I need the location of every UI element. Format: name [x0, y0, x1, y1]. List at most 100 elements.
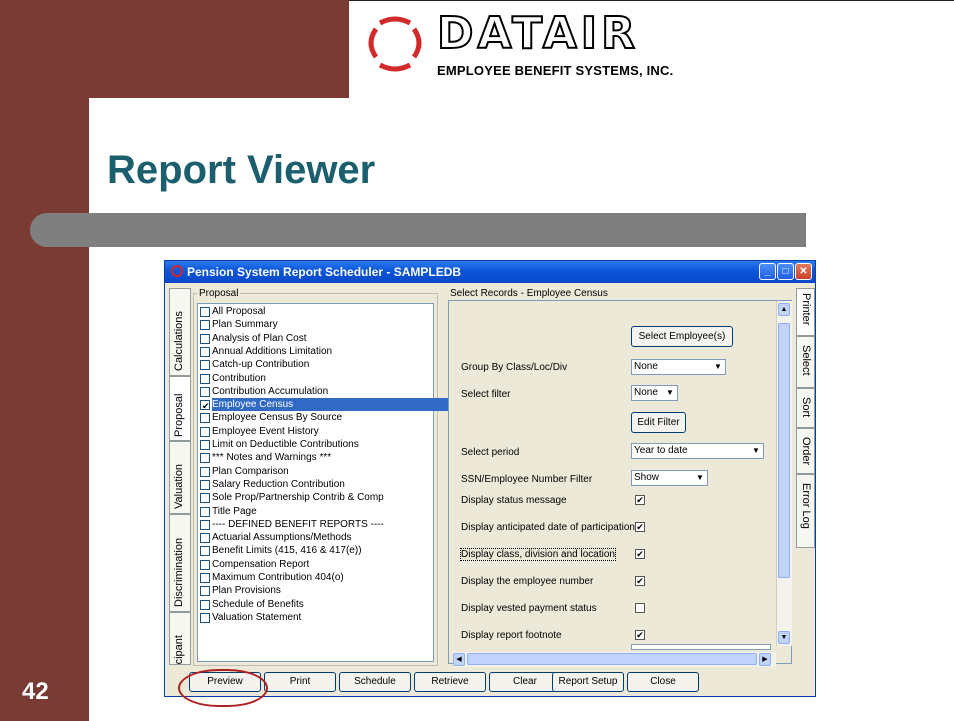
list-item[interactable]: Actuarial Assumptions/Methods — [199, 531, 431, 544]
checkbox[interactable] — [200, 533, 210, 544]
hscroll-thumb[interactable] — [467, 653, 757, 665]
list-item[interactable]: Valuation Statement — [199, 611, 431, 624]
group-by-label: Group By Class/Loc/Div — [461, 362, 568, 373]
scroll-up-icon[interactable]: ▲ — [778, 303, 790, 316]
checkbox[interactable] — [200, 493, 210, 504]
logo-subtitle: EMPLOYEE BENEFIT SYSTEMS, INC. — [437, 63, 674, 78]
list-item-label: Analysis of Plan Cost — [212, 332, 307, 344]
checkbox[interactable] — [200, 360, 210, 371]
list-item[interactable]: Limit on Deductible Contributions — [199, 438, 431, 451]
horizontal-scrollbar[interactable]: ◀ ▶ — [453, 652, 776, 667]
list-item[interactable]: Catch-up Contribution — [199, 358, 431, 371]
list-item[interactable]: Employee Event History — [199, 425, 431, 438]
option-checkbox[interactable] — [635, 603, 645, 613]
select-employees-button[interactable]: Select Employee(s) — [631, 326, 733, 347]
option-checkbox[interactable]: ✔ — [635, 495, 645, 505]
scroll-down-icon[interactable]: ▼ — [778, 631, 790, 644]
tab-select[interactable]: Select — [796, 336, 815, 388]
checkbox[interactable] — [200, 519, 210, 530]
option-label: Display anticipated date of participatio… — [461, 522, 635, 533]
select-filter-select[interactable]: None ▼ — [631, 385, 678, 401]
window-titlebar[interactable]: Pension System Report Scheduler - SAMPLE… — [165, 261, 815, 283]
next-option-field[interactable] — [631, 644, 771, 650]
slide-top-rule — [349, 0, 954, 1]
close-icon[interactable]: ✕ — [795, 263, 812, 280]
tab-sort[interactable]: Sort — [796, 388, 815, 428]
list-item[interactable]: Contribution Accumulation — [199, 385, 431, 398]
checkbox[interactable] — [200, 307, 210, 317]
tab-error-log[interactable]: Error Log — [796, 474, 815, 548]
maximize-icon[interactable]: □ — [777, 263, 794, 280]
print-button[interactable]: Print — [264, 672, 336, 692]
option-checkbox[interactable]: ✔ — [635, 522, 645, 532]
minimize-icon[interactable]: _ — [759, 263, 776, 280]
checkbox[interactable] — [200, 573, 210, 583]
checkbox[interactable] — [200, 373, 210, 384]
ssn-filter-select[interactable]: Show ▼ — [631, 470, 708, 486]
tab-discrimination[interactable]: Discrimination — [169, 514, 191, 612]
list-item[interactable]: Salary Reduction Contribution — [199, 478, 431, 491]
option-label: Display class, division and location — [460, 548, 616, 561]
report-setup-button[interactable]: Report Setup — [552, 672, 624, 692]
left-tab-strip: Calculations Proposal Valuation Discrimi… — [169, 288, 191, 665]
scroll-right-icon[interactable]: ▶ — [759, 653, 771, 666]
checkbox[interactable] — [200, 333, 210, 344]
tab-label: Participant — [173, 635, 185, 665]
checkbox[interactable] — [200, 586, 210, 597]
scroll-thumb[interactable] — [778, 323, 790, 578]
option-checkbox[interactable]: ✔ — [635, 549, 645, 559]
group-by-select[interactable]: None ▼ — [631, 359, 726, 375]
vertical-scrollbar[interactable]: ▲ ▼ — [776, 301, 792, 646]
tab-order[interactable]: Order — [796, 428, 815, 474]
list-item[interactable]: Annual Additions Limitation — [199, 345, 431, 358]
checkbox[interactable]: ✔ — [200, 400, 210, 411]
list-item[interactable]: *** Notes and Warnings *** — [199, 451, 431, 464]
tab-valuation[interactable]: Valuation — [169, 441, 191, 514]
option-checkbox[interactable]: ✔ — [635, 630, 645, 640]
checkbox[interactable] — [200, 413, 210, 424]
edit-filter-button[interactable]: Edit Filter — [631, 412, 686, 433]
checkbox[interactable] — [200, 426, 210, 437]
checkbox[interactable] — [200, 320, 210, 331]
close-button[interactable]: Close — [627, 672, 699, 692]
list-item[interactable]: Title Page — [199, 505, 431, 518]
schedule-button[interactable]: Schedule — [339, 672, 411, 692]
option-checkbox[interactable]: ✔ — [635, 576, 645, 586]
checkbox[interactable] — [200, 466, 210, 477]
checkbox[interactable] — [200, 559, 210, 570]
tab-proposal[interactable]: Proposal — [169, 376, 191, 441]
checkbox[interactable] — [200, 453, 210, 464]
checkbox[interactable] — [200, 479, 210, 490]
tab-participant[interactable]: Participant — [169, 612, 191, 665]
list-item[interactable]: Compensation Report — [199, 558, 431, 571]
checkbox[interactable] — [200, 546, 210, 557]
list-item[interactable]: Maximum Contribution 404(o) — [199, 571, 431, 584]
clear-button[interactable]: Clear — [489, 672, 561, 692]
scroll-left-icon[interactable]: ◀ — [453, 653, 465, 666]
list-item[interactable]: ---- DEFINED BENEFIT REPORTS ---- — [199, 518, 431, 531]
list-item[interactable]: ✔ Employee Census — [199, 398, 478, 412]
select-period-select[interactable]: Year to date ▼ — [631, 443, 764, 459]
checkbox[interactable] — [200, 612, 210, 623]
checkbox[interactable] — [200, 599, 210, 610]
list-item[interactable]: Plan Summary — [199, 318, 431, 331]
proposal-list[interactable]: All Proposal Plan Summary Analysis of Plan… — [197, 303, 478, 662]
list-item[interactable]: Contribution — [199, 372, 431, 385]
tab-calculations[interactable]: Calculations — [169, 288, 191, 376]
list-item-label: Maximum Contribution 404(o) — [212, 572, 344, 583]
list-item[interactable]: Analysis of Plan Cost — [199, 332, 431, 345]
checkbox[interactable] — [200, 506, 210, 517]
checkbox[interactable] — [200, 386, 210, 397]
list-item[interactable]: All Proposal — [199, 305, 431, 318]
list-item[interactable]: Schedule of Benefits — [199, 598, 431, 611]
tab-printer[interactable]: Printer — [796, 288, 815, 336]
list-item[interactable]: Sole Prop/Partnership Contrib & Comp — [199, 491, 431, 504]
window-title: Pension System Report Scheduler - SAMPLE… — [187, 265, 462, 279]
retrieve-button[interactable]: Retrieve — [414, 672, 486, 692]
list-item[interactable]: Plan Provisions — [199, 584, 431, 597]
checkbox[interactable] — [200, 346, 210, 357]
list-item[interactable]: Plan Comparison — [199, 465, 431, 478]
list-item[interactable]: Employee Census By Source — [199, 411, 431, 424]
checkbox[interactable] — [200, 440, 210, 450]
list-item[interactable]: Benefit Limits (415, 416 & 417(e)) — [199, 544, 431, 557]
